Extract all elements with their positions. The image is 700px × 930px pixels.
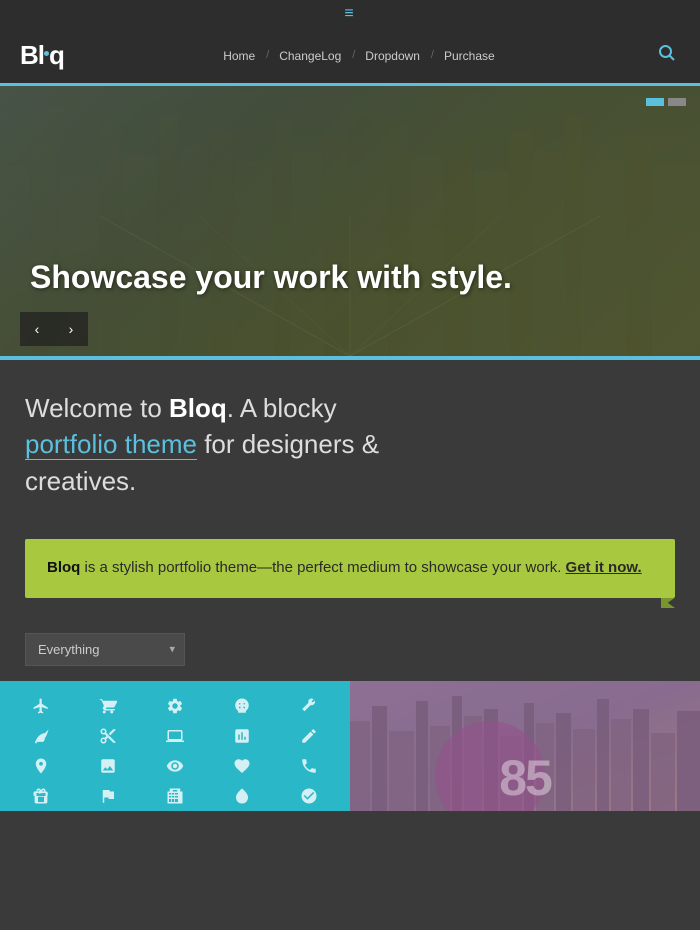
slider-next-button[interactable]: › [54, 312, 88, 346]
portfolio-city-bg: 85 [350, 681, 700, 811]
filter-section: Everything Web Design Photography Illust… [0, 623, 700, 681]
icon-drop [214, 787, 269, 805]
welcome-creatives: creatives. [25, 466, 136, 496]
welcome-brand: Bloq [169, 393, 227, 423]
get-it-now-link[interactable]: Get it now. [566, 559, 642, 576]
hamburger-icon[interactable]: ≡ [344, 5, 355, 23]
slider-dots [646, 98, 686, 106]
icon-skull [214, 697, 269, 715]
info-box: Bloq is a stylish portfolio theme—the pe… [25, 539, 675, 598]
info-box-corner [661, 598, 675, 608]
site-header: Blq Home ChangeLog Dropdown Purchase [0, 28, 700, 86]
nav-purchase[interactable]: Purchase [432, 49, 507, 63]
info-box-text: Bloq is a stylish portfolio theme—the pe… [47, 557, 653, 580]
icon-wrench [281, 697, 336, 715]
icon-factory [148, 787, 203, 805]
icon-plane [14, 697, 69, 715]
nav-home[interactable]: Home [211, 49, 267, 63]
slider-dot-1[interactable] [646, 98, 664, 106]
icon-cart [81, 697, 136, 715]
portfolio-item-icons[interactable] [0, 681, 350, 811]
icon-monitor [148, 727, 203, 745]
filter-wrapper: Everything Web Design Photography Illust… [25, 633, 185, 666]
info-box-body: is a stylish portfolio theme—the perfect… [85, 559, 566, 576]
icon-flag [81, 787, 136, 805]
slider-arrows: ‹ › [20, 312, 88, 346]
welcome-mid: . A blocky [227, 393, 337, 423]
logo-dot [44, 51, 49, 56]
mobile-menu-bar: ≡ [0, 0, 700, 28]
icon-gift [14, 787, 69, 805]
hero-color-overlay [0, 86, 700, 356]
icon-leaf [14, 727, 69, 745]
logo-text: Blq [20, 40, 64, 71]
search-button[interactable] [654, 40, 680, 71]
filter-dropdown[interactable]: Everything Web Design Photography Illust… [25, 633, 185, 666]
icons-grid [0, 681, 350, 811]
icon-pen [281, 727, 336, 745]
hero-heading: Showcase your work with style. [30, 258, 670, 296]
nav-dropdown[interactable]: Dropdown [353, 49, 432, 63]
icon-heart [214, 757, 269, 775]
slider-dot-2[interactable] [668, 98, 686, 106]
portfolio-numbers: 85 [350, 753, 700, 803]
icon-eye [148, 757, 203, 775]
icon-pin [14, 757, 69, 775]
welcome-prefix: Welcome to [25, 393, 169, 423]
main-nav: Home ChangeLog Dropdown Purchase [211, 49, 506, 63]
portfolio-item-city[interactable]: 85 [350, 681, 700, 811]
portfolio-grid: 85 [0, 681, 700, 811]
icon-check-circle [281, 787, 336, 805]
welcome-suffix: for designers & [197, 429, 379, 459]
portfolio-theme-link[interactable]: portfolio theme [25, 429, 197, 460]
icon-image [81, 757, 136, 775]
icon-scissors [81, 727, 136, 745]
nav-changelog[interactable]: ChangeLog [267, 49, 353, 63]
icon-settings [148, 697, 203, 715]
logo: Blq [20, 40, 64, 71]
icon-phone [281, 757, 336, 775]
hero-slider: Showcase your work with style. ‹ › [0, 86, 700, 356]
slider-prev-button[interactable]: ‹ [20, 312, 54, 346]
icon-chart [214, 727, 269, 745]
welcome-section: Welcome to Bloq. A blocky portfolio them… [0, 360, 700, 519]
info-box-brand: Bloq [47, 559, 80, 576]
welcome-text: Welcome to Bloq. A blocky portfolio them… [25, 390, 675, 499]
